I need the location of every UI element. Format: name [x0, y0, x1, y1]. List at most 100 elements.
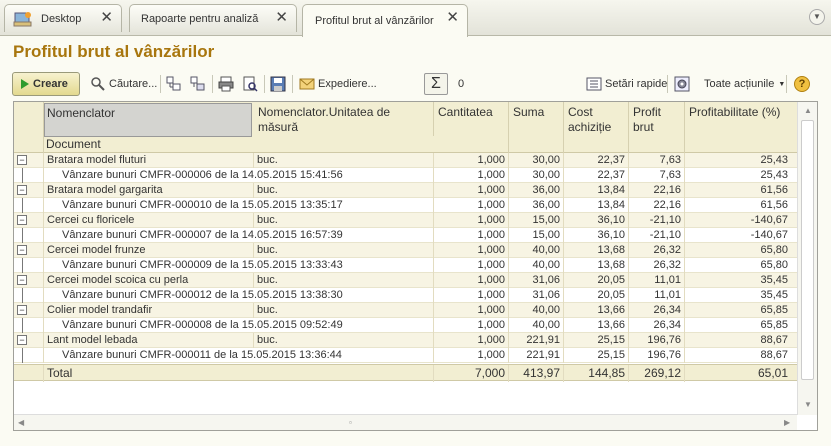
collapse-tree-icon [190, 76, 206, 92]
table-row-document[interactable]: Vânzare bunuri CMFR-000007 de la 14.05.2… [14, 228, 797, 243]
cell-qty: 1,000 [434, 348, 509, 363]
scroll-right-icon[interactable]: ▶ [784, 418, 790, 427]
tree-cell: − [14, 273, 44, 288]
tree-cell [14, 348, 44, 363]
all-actions-menu[interactable]: Toate acțiunile ▼ [704, 72, 785, 96]
collapse-icon[interactable]: − [17, 275, 27, 285]
cell-pct: 65,85 [760, 304, 788, 316]
cell-cost: 36,10 [564, 213, 629, 228]
cell-unit: buc. [254, 213, 434, 228]
sum-button[interactable]: Σ [424, 73, 448, 95]
report-settings-button[interactable] [674, 72, 690, 96]
preview-button[interactable] [242, 72, 258, 96]
table-row-document[interactable]: Vânzare bunuri CMFR-000006 de la 14.05.2… [14, 168, 797, 183]
table-row-group[interactable]: − Cercei model frunze buc. 1,000 40,00 13,68 2… [14, 243, 797, 258]
total-row: Total 7,000 413,97 144,85 269,12 65,01 [14, 364, 797, 382]
close-icon[interactable]: ✕ [100, 10, 113, 25]
cell-profit: 7,63 [629, 168, 685, 183]
table-row-document[interactable]: Vânzare bunuri CMFR-000010 de la 15.05.2… [14, 198, 797, 213]
cell-profit: 26,32 [629, 258, 685, 273]
search-button[interactable]: Căutare... [90, 72, 157, 96]
send-label: Expediere... [318, 78, 377, 90]
settings-list-icon [586, 76, 602, 92]
tree-cell: − [14, 213, 44, 228]
cell-sum: 30,00 [509, 168, 564, 183]
column-header-nomenclator[interactable]: Nomenclator [44, 103, 252, 137]
collapse-icon[interactable]: − [17, 245, 27, 255]
collapse-button[interactable] [190, 72, 206, 96]
cell-sum: 40,00 [509, 258, 564, 273]
create-button[interactable]: Creare [12, 72, 80, 96]
table-row-group[interactable]: − Cercei cu floricele buc. 1,000 15,00 36,10-… [14, 213, 797, 228]
column-header-unit[interactable]: Nomenclator.Unitatea de măsură [254, 102, 434, 136]
tree-cell: − [14, 303, 44, 318]
table-row-group[interactable]: − Colier model trandafir buc. 1,000 40,00 13,… [14, 303, 797, 318]
tree-column-header [14, 102, 44, 153]
scroll-thumb[interactable] [801, 120, 814, 380]
save-button[interactable] [270, 72, 286, 96]
column-header-pct[interactable]: Profitabilitate (%) [685, 102, 791, 153]
help-button[interactable]: ? [794, 72, 810, 96]
column-header-sum[interactable]: Suma [509, 102, 564, 153]
tab-desktop[interactable]: Desktop ✕ [4, 4, 122, 32]
tab-profitul-brut[interactable]: Profitul brut al vânzărilor ✕ [302, 4, 468, 37]
cell-unit: buc. [254, 153, 434, 168]
scroll-grip-icon[interactable]: ▫ [349, 418, 352, 427]
report-table[interactable]: Nomenclator Nomenclator.Unitatea de măsu… [13, 101, 818, 431]
cell-sum: 40,00 [509, 243, 564, 258]
quick-settings-button[interactable]: Setări rapide [586, 72, 667, 96]
tab-label: Desktop [41, 12, 82, 25]
cell-cost: 13,84 [564, 183, 629, 198]
cell-qty: 1,000 [434, 168, 509, 183]
cell-profit: -21,10 [629, 228, 685, 243]
scroll-down-icon[interactable]: ▼ [804, 400, 812, 409]
cell-qty: 1,000 [434, 303, 509, 318]
column-header-cost[interactable]: Cost achiziție [564, 102, 629, 153]
cell-profit: -21,10 [629, 213, 685, 228]
collapse-icon[interactable]: − [17, 155, 27, 165]
cell-unit: buc. [254, 303, 434, 318]
table-row-group[interactable]: − Bratara model gargarita buc. 1,000 36,00 13… [14, 183, 797, 198]
tree-line-icon [22, 348, 23, 363]
cell-profit: 26,34 [629, 318, 685, 333]
table-row-group[interactable]: − Bratara model fluturi buc. 1,000 30,00 22,3… [14, 153, 797, 168]
table-row-document[interactable]: Vânzare bunuri CMFR-000011 de la 15.05.2… [14, 348, 797, 363]
expand-button[interactable] [166, 72, 182, 96]
cell-profit: 26,34 [629, 303, 685, 318]
column-header-profit[interactable]: Profit brut [629, 102, 685, 153]
close-icon[interactable]: ✕ [446, 10, 459, 25]
scroll-up-icon[interactable]: ▲ [804, 106, 812, 115]
cell-qty: 1,000 [434, 258, 509, 273]
send-button[interactable]: Expediere... [299, 72, 377, 96]
all-actions-label: Toate acțiunile [704, 78, 775, 90]
print-button[interactable] [218, 72, 234, 96]
table-row-document[interactable]: Vânzare bunuri CMFR-000012 de la 15.05.2… [14, 288, 797, 303]
collapse-icon[interactable]: − [17, 335, 27, 345]
collapse-icon[interactable]: − [17, 215, 27, 225]
scroll-left-icon[interactable]: ◀ [18, 418, 24, 427]
caret-down-icon: ▼ [778, 80, 786, 88]
collapse-icon[interactable]: − [17, 305, 27, 315]
help-icon: ? [794, 76, 810, 92]
quick-settings-label: Setări rapide [605, 78, 668, 90]
cell-name: Vânzare bunuri CMFR-000010 de la 15.05.2… [44, 198, 434, 213]
table-row-group[interactable]: − Cercei model scoica cu perla buc. 1,000 31… [14, 273, 797, 288]
cell-qty: 1,000 [434, 228, 509, 243]
column-header-qty[interactable]: Cantitatea [434, 102, 509, 153]
cell-pct: 25,43 [760, 154, 788, 166]
vertical-scrollbar[interactable]: ▲ ▼ [797, 102, 817, 415]
cell-cost: 20,05 [564, 273, 629, 288]
desktop-icon [13, 10, 33, 28]
horizontal-scrollbar[interactable]: ◀ ▫ ▶ [14, 414, 797, 430]
tab-rapoarte[interactable]: Rapoarte pentru analiză ✕ [129, 4, 297, 32]
tree-cell [14, 288, 44, 303]
close-icon[interactable]: ✕ [275, 10, 288, 25]
table-row-document[interactable]: Vânzare bunuri CMFR-000009 de la 15.05.2… [14, 258, 797, 273]
table-row-document[interactable]: Vânzare bunuri CMFR-000008 de la 15.05.2… [14, 318, 797, 333]
collapse-icon[interactable]: − [17, 185, 27, 195]
total-pct: 65,01 [757, 366, 788, 380]
table-row-group[interactable]: − Lant model lebada buc. 1,000 221,91 25,15 19… [14, 333, 797, 348]
cell-pct: 65,80 [760, 259, 788, 271]
cell-cost: 25,15 [564, 333, 629, 348]
chevron-down-icon[interactable]: ▼ [809, 9, 825, 25]
